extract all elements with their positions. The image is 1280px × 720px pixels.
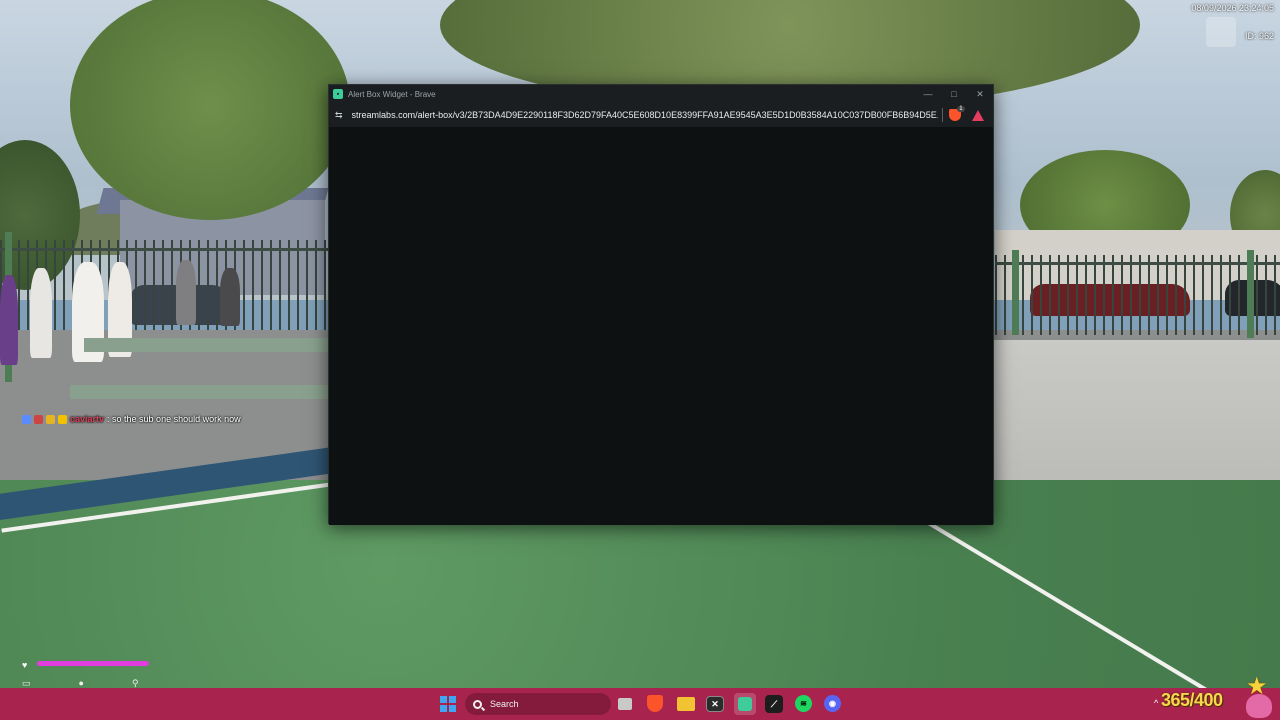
divider	[941, 108, 943, 122]
search-placeholder: Search	[490, 699, 519, 709]
start-button[interactable]	[440, 696, 456, 712]
badge-icon	[46, 414, 55, 424]
discord-icon[interactable]: ◉	[824, 695, 841, 712]
spotify-icon[interactable]: ≋	[795, 695, 812, 712]
bench	[84, 338, 328, 352]
chat-username: caviartv	[70, 414, 105, 424]
title-bar[interactable]: ▪ Alert Box Widget - Brave — □ ✕	[329, 85, 993, 103]
fence-post	[1012, 250, 1019, 335]
score-counter: 365/400	[1161, 690, 1223, 710]
alert-box-content	[329, 127, 993, 525]
browser-window[interactable]: ▪ Alert Box Widget - Brave — □ ✕ ⇆ strea…	[328, 84, 994, 525]
server-logo-icon	[1206, 17, 1236, 47]
maximize-button[interactable]: □	[941, 87, 967, 101]
health-bar	[37, 661, 149, 666]
search-icon	[473, 699, 482, 709]
site-settings-icon[interactable]: ⇆	[335, 110, 343, 121]
person	[176, 260, 196, 325]
minimize-button[interactable]: —	[915, 87, 941, 101]
shields-count-badge: 1	[957, 106, 965, 112]
fence-rail	[995, 262, 1280, 265]
obs-icon[interactable]: ⟋	[765, 695, 783, 713]
brave-rewards-icon[interactable]	[971, 109, 984, 121]
terminal-icon[interactable]: ✕	[706, 696, 724, 712]
streamlabs-icon	[738, 697, 752, 711]
chat-message: caviartv : so the sub one should work no…	[22, 414, 241, 424]
hud-player-id: ID: 962	[1244, 31, 1274, 41]
brave-icon[interactable]	[647, 695, 663, 712]
person	[0, 275, 18, 365]
fence-rail	[0, 248, 330, 251]
person	[30, 268, 52, 358]
person	[220, 268, 240, 326]
file-explorer-icon[interactable]	[677, 697, 695, 711]
badge-icon	[34, 414, 43, 424]
streamlabs-app-icon: ▪	[333, 89, 343, 99]
window-title: Alert Box Widget - Brave	[348, 89, 436, 99]
hud-datetime: 08/09/2026 23:24:05	[1191, 3, 1274, 13]
task-view-icon[interactable]	[618, 698, 632, 710]
streamlabs-taskbar-item[interactable]	[734, 693, 756, 715]
mascot-avatar	[1246, 694, 1272, 718]
close-button[interactable]: ✕	[967, 87, 993, 101]
taskbar: Search ✕ ⟋ ≋ ◉	[0, 688, 1280, 720]
tray-chevron-icon[interactable]: ^	[1154, 698, 1158, 708]
url-text[interactable]: streamlabs.com/alert-box/v3/2B73DA4D9E22…	[352, 110, 938, 120]
bench	[70, 385, 328, 399]
chat-text: : so the sub one should work now	[107, 414, 241, 424]
badge-icon	[58, 414, 67, 424]
taskbar-search[interactable]: Search	[465, 693, 611, 715]
brave-shields-button[interactable]: 1	[948, 106, 965, 121]
tree	[70, 0, 350, 220]
heart-icon: ♥	[22, 660, 28, 670]
address-bar[interactable]: ⇆ streamlabs.com/alert-box/v3/2B73DA4D9E…	[329, 103, 993, 127]
fence-post	[1247, 250, 1254, 338]
badge-icon	[22, 414, 31, 424]
fence	[995, 255, 1280, 335]
